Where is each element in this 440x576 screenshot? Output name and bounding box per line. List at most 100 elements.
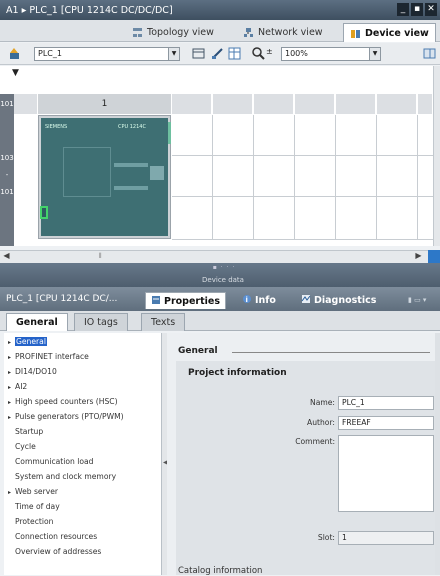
tab-general[interactable]: General	[6, 313, 68, 331]
tree-item-label: Connection resources	[15, 532, 98, 541]
inspector-subtabs: General IO tags Texts	[0, 311, 440, 331]
chevron-down-icon[interactable]: ▼	[168, 48, 179, 60]
overview-navigation-icon[interactable]	[428, 250, 440, 263]
tree-item[interactable]: Communication load	[8, 457, 94, 466]
properties-icon	[151, 295, 161, 308]
tree-item-label: High speed counters (HSC)	[15, 397, 118, 406]
zoom-select[interactable]: 100% ▼	[281, 47, 381, 61]
canvas-horizontal-scrollbar[interactable]	[0, 250, 440, 263]
section-title: General	[178, 346, 218, 356]
device-select-value: PLC_1	[38, 49, 62, 58]
tree-item[interactable]: ▸ AI2	[8, 382, 27, 391]
slot-field: 1	[338, 531, 434, 545]
tree-item[interactable]: ▸ DI14/DO10	[8, 367, 57, 376]
network-icon	[243, 27, 254, 38]
tree-item-label: PROFINET interface	[15, 352, 89, 361]
expand-arrow-icon[interactable]: ▸	[8, 354, 15, 361]
tree-item-label: Overview of addresses	[15, 547, 102, 556]
slot-header-1[interactable]: 1	[38, 94, 171, 114]
expand-arrow-icon[interactable]: ▸	[8, 414, 15, 421]
close-button[interactable]: ✕	[425, 3, 437, 16]
content-vertical-scrollbar[interactable]	[435, 333, 440, 575]
chevron-down-icon[interactable]: ▼	[369, 48, 380, 60]
inspector-window-controls-icon[interactable]: ▮ ▭ ▾	[408, 296, 426, 304]
window-controls: _ ▪ ✕	[397, 3, 437, 16]
slot-value: 1	[342, 533, 347, 542]
canvas-vertical-scrollbar[interactable]	[433, 66, 440, 246]
minimize-button[interactable]: _	[397, 3, 409, 16]
module-list-icon[interactable]	[192, 47, 205, 60]
tree-item[interactable]: ▸ Web server	[8, 487, 58, 496]
device-icon	[350, 28, 361, 39]
topology-icon	[132, 27, 143, 38]
tab-network-label: Network view	[258, 27, 323, 38]
tab-properties[interactable]: Properties	[145, 292, 226, 309]
zoom-step-icon[interactable]: ±	[266, 47, 279, 60]
tree-item-label: Cycle	[15, 442, 36, 451]
tree-item-label: General	[15, 337, 47, 346]
table-icon[interactable]	[228, 47, 241, 60]
expand-arrow-icon[interactable]: ▸	[8, 399, 15, 406]
expand-arrow-icon[interactable]: ▸	[8, 489, 15, 496]
expand-arrow-icon[interactable]: ▸	[8, 384, 15, 391]
tree-item[interactable]: Connection resources	[8, 532, 97, 541]
plc-brand-label: SIEMENS	[45, 124, 68, 130]
tree-item[interactable]: Overview of addresses	[8, 547, 101, 556]
expand-arrow-icon[interactable]: ▸	[8, 339, 15, 346]
tab-network-view[interactable]: Network view	[237, 23, 329, 42]
tab-info[interactable]: i Info	[237, 292, 281, 309]
tab-diagnostics[interactable]: Diagnostics	[296, 292, 381, 309]
tree-item-label: Web server	[15, 487, 59, 496]
maximize-button[interactable]: ▪	[411, 3, 423, 16]
comment-field[interactable]	[338, 435, 434, 512]
tree-item[interactable]: System and clock memory	[8, 472, 116, 481]
tree-item[interactable]: Protection	[8, 517, 53, 526]
tree-item[interactable]: Cycle	[8, 442, 36, 451]
device-data-label[interactable]: Device data	[178, 276, 268, 284]
tree-item[interactable]: Time of day	[8, 502, 60, 511]
plc-signal-board-slot[interactable]	[63, 147, 111, 197]
row-label: 101	[0, 100, 14, 108]
rack-row-labels: 101 103 - 101	[0, 94, 14, 246]
name-label: Name:	[310, 398, 335, 407]
panel-toggle-icon[interactable]	[423, 47, 436, 60]
comment-label: Comment:	[295, 437, 335, 446]
tree-item[interactable]: ▸ PROFINET interface	[8, 352, 89, 361]
zoom-icon[interactable]	[252, 47, 265, 60]
device-data-handle-icon[interactable]: ▪ · · ·	[203, 264, 245, 271]
plc-label-plate	[150, 166, 164, 180]
scroll-right-icon[interactable]: ▶	[412, 250, 425, 263]
expand-arrow-icon[interactable]: ▸	[8, 369, 15, 376]
panel-title: Project information	[188, 368, 287, 378]
scroll-left-icon[interactable]: ◀	[0, 250, 13, 263]
plc-io-strip	[114, 186, 148, 190]
slot-label: Slot:	[317, 533, 335, 542]
plc-io-strip	[114, 163, 148, 167]
tree-item[interactable]: ▸ Pulse generators (PTO/PWM)	[8, 412, 124, 421]
name-field[interactable]: PLC_1	[338, 396, 434, 410]
tab-io-tags[interactable]: IO tags	[74, 313, 128, 331]
tab-topology-view[interactable]: Topology view	[126, 23, 220, 42]
rack-collapse-icon[interactable]: ▼	[12, 68, 19, 78]
tree-item[interactable]: ▸ High speed counters (HSC)	[8, 397, 118, 406]
tab-texts[interactable]: Texts	[141, 313, 186, 331]
diagnostics-icon	[301, 294, 311, 307]
plc-status-bar	[168, 122, 171, 144]
device-tool-icon[interactable]	[8, 47, 21, 60]
edit-icon[interactable]	[211, 47, 224, 60]
tree-item[interactable]: Startup	[8, 427, 43, 436]
tree-item-label: DI14/DO10	[15, 367, 57, 376]
scroll-thumb[interactable]: ⦀	[93, 253, 107, 260]
tree-item-label: Startup	[15, 427, 44, 436]
tab-device-view[interactable]: Device view	[343, 23, 436, 42]
plc-model-label: CPU 1214C	[118, 124, 146, 130]
author-label: Author:	[307, 418, 335, 427]
author-field[interactable]: FREEAF	[338, 416, 434, 430]
window-title-bar: A1 ▸ PLC_1 [CPU 1214C DC/DC/DC]	[0, 0, 440, 20]
row-label: -	[5, 171, 9, 179]
plc-ethernet-port[interactable]	[40, 206, 48, 219]
tab-topology-label: Topology view	[147, 27, 214, 38]
device-select[interactable]: PLC_1 ▼	[34, 47, 180, 61]
tree-item[interactable]: ▸ General	[8, 337, 47, 346]
tab-info-label: Info	[255, 295, 276, 306]
